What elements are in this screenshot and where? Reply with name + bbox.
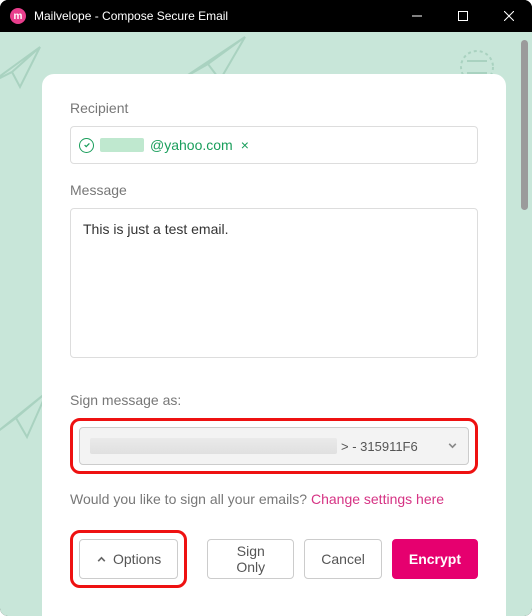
close-icon	[504, 11, 514, 21]
sign-select-highlight: > - 315911F6	[70, 418, 478, 474]
button-row: Options Sign Only Cancel Encrypt	[70, 530, 478, 588]
maximize-button[interactable]	[440, 0, 486, 32]
maximize-icon	[458, 11, 468, 21]
verified-icon	[79, 138, 94, 153]
sign-key-redacted	[90, 438, 337, 454]
app-window: m Mailvelope - Compose Secure Email Reci…	[0, 0, 532, 616]
scrollbar[interactable]	[521, 40, 528, 608]
sign-only-button[interactable]: Sign Only	[207, 539, 294, 579]
recipient-redacted	[100, 138, 144, 152]
close-button[interactable]	[486, 0, 532, 32]
window-controls	[394, 0, 532, 32]
change-settings-link[interactable]: Change settings here	[311, 491, 444, 507]
scrollbar-thumb[interactable]	[521, 40, 528, 210]
options-button[interactable]: Options	[79, 539, 178, 579]
options-button-label: Options	[113, 551, 161, 567]
sign-hint-text: Would you like to sign all your emails?	[70, 491, 311, 507]
message-textarea[interactable]	[70, 208, 478, 358]
sign-key-select[interactable]: > - 315911F6	[79, 427, 469, 465]
sign-hint: Would you like to sign all your emails? …	[70, 488, 478, 510]
message-label: Message	[70, 182, 478, 198]
recipient-input[interactable]: @yahoo.com ×	[70, 126, 478, 164]
window-body: Recipient @yahoo.com × Message Sign mess…	[0, 32, 532, 616]
recipient-domain: @yahoo.com	[150, 137, 233, 153]
chevron-down-icon	[447, 439, 458, 454]
recipient-chip[interactable]: @yahoo.com ×	[79, 137, 249, 153]
remove-recipient-button[interactable]: ×	[241, 137, 249, 153]
minimize-button[interactable]	[394, 0, 440, 32]
sign-label: Sign message as:	[70, 392, 478, 408]
window-title: Mailvelope - Compose Secure Email	[34, 9, 394, 23]
minimize-icon	[412, 11, 422, 21]
recipient-label: Recipient	[70, 100, 478, 116]
chevron-up-icon	[96, 554, 107, 565]
encrypt-button[interactable]: Encrypt	[392, 539, 478, 579]
app-icon: m	[10, 8, 26, 24]
titlebar: m Mailvelope - Compose Secure Email	[0, 0, 532, 32]
cancel-button[interactable]: Cancel	[304, 539, 382, 579]
sign-key-suffix: > - 315911F6	[341, 439, 418, 454]
options-highlight: Options	[70, 530, 187, 588]
compose-card: Recipient @yahoo.com × Message Sign mess…	[42, 74, 506, 616]
